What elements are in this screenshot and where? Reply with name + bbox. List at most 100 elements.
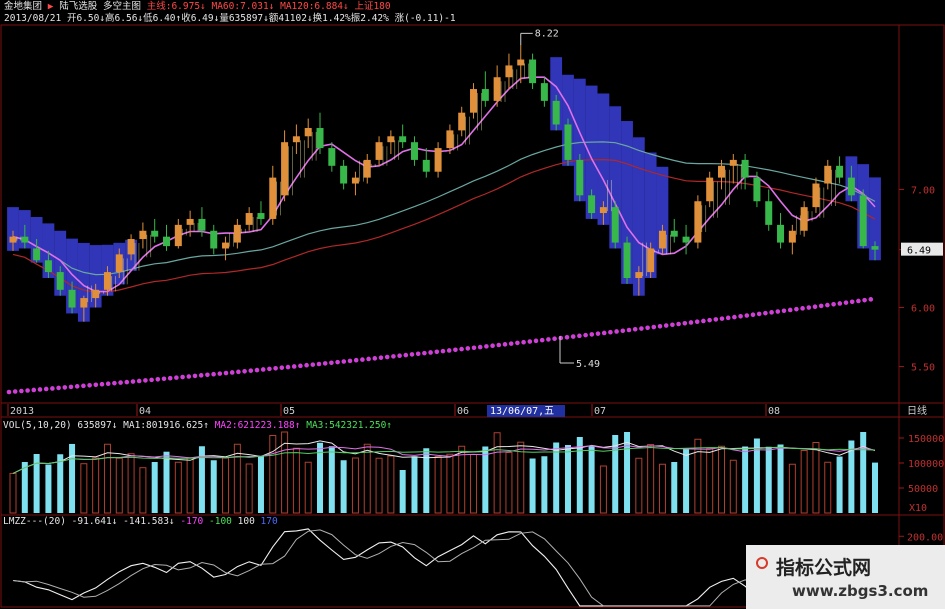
candle-body	[824, 165, 832, 184]
long-ma-dot	[198, 373, 204, 378]
candle-body	[304, 128, 312, 137]
long-ma-dot	[186, 374, 192, 379]
long-ma-dot	[756, 311, 762, 317]
volume-bar-up	[233, 443, 241, 514]
time-label: 2013	[10, 406, 34, 417]
volume-bar-down	[257, 456, 264, 513]
volume-bar-down	[340, 460, 347, 513]
long-ma-dot	[583, 332, 588, 338]
long-ma-dot	[831, 301, 836, 307]
long-ma-dot	[564, 334, 570, 340]
volume-bar-up	[304, 461, 312, 514]
long-ma-dot	[87, 382, 92, 388]
long-ma-dot	[205, 372, 210, 378]
candle-body	[871, 246, 879, 250]
long-ma-dot	[112, 380, 117, 386]
vol-ma2: MA2:621223.188↑	[214, 420, 301, 431]
volume-bar-up	[80, 463, 88, 514]
volume-bar-up	[9, 472, 17, 514]
long-ma-dot	[372, 356, 378, 361]
volume-bar-down	[151, 462, 158, 513]
long-ma-dot	[384, 354, 390, 360]
long-ma-dot	[25, 388, 30, 393]
volume-bar-down	[541, 456, 548, 513]
long-ma-dot	[211, 371, 216, 377]
volume-bar-up	[186, 457, 194, 514]
low-label: 5.49	[576, 359, 600, 370]
long-ma-dot	[577, 333, 582, 339]
candle-body	[682, 236, 690, 243]
candle-body	[316, 128, 324, 149]
long-ma-dot	[682, 320, 688, 326]
candle-body	[576, 159, 584, 196]
long-ma-dot	[862, 297, 867, 303]
long-ma-dot	[440, 348, 446, 354]
long-ma-dot	[322, 361, 328, 366]
long-ma-dot	[236, 369, 241, 375]
volume-bar-down	[777, 444, 784, 513]
candle-body	[694, 201, 702, 243]
vol-ma3: MA3:542321.250↑	[306, 420, 393, 431]
mode-name[interactable]: 多空主图	[103, 1, 141, 12]
candle-body	[127, 239, 135, 255]
long-ma-dot	[713, 317, 719, 322]
long-ma-dot	[781, 308, 787, 314]
vol-title: VOL(5,10,20)	[3, 420, 72, 431]
long-ma-dot	[242, 368, 247, 374]
volume-bar-up	[729, 459, 737, 514]
long-ma-dot	[812, 304, 818, 310]
long-ma-dot	[701, 318, 706, 324]
lmzz-v4: -100	[209, 516, 232, 527]
long-ma-dot	[273, 365, 278, 371]
candle-body	[328, 148, 336, 166]
long-ma-dot	[775, 309, 781, 314]
long-ma-dot	[298, 363, 303, 369]
long-ma-dot	[304, 362, 309, 368]
long-ma-dot	[732, 314, 737, 320]
long-ma-dot	[459, 346, 464, 352]
long-ma-dot	[626, 327, 632, 333]
long-ma-dot	[155, 377, 161, 382]
volume-bar-down	[671, 462, 678, 513]
long-ma-dot	[93, 382, 99, 388]
volume-bar-up	[800, 450, 808, 514]
candle-body	[529, 59, 537, 84]
candle-body	[44, 260, 52, 273]
candle-body	[611, 207, 619, 243]
long-ma-dot	[825, 302, 830, 308]
long-ma-dot	[676, 321, 681, 327]
time-label: 05	[283, 406, 295, 417]
long-ma-dot	[806, 305, 812, 310]
price-tick-label: 7.00	[911, 185, 935, 196]
long-ma-dot	[477, 344, 483, 350]
long-ma-dot	[849, 299, 855, 305]
lmzz-tick-label: 200.00	[907, 532, 943, 543]
high-label: 8.22	[535, 28, 559, 39]
candle-body	[233, 224, 241, 243]
long-ma-dot	[465, 346, 471, 351]
long-ma-dot	[521, 339, 526, 345]
long-ma-dot	[43, 386, 49, 392]
volume-bar-down	[328, 446, 335, 513]
candle-body	[186, 218, 194, 225]
long-ma-dot	[471, 345, 477, 351]
volume-bar-up	[505, 452, 513, 514]
candle-body	[741, 159, 749, 178]
long-ma-dot	[291, 364, 297, 369]
long-ma-dot	[552, 336, 557, 342]
candle-body	[292, 136, 300, 143]
long-ma-dot	[285, 364, 291, 370]
long-ma-dot	[31, 387, 37, 393]
long-ma-dot	[608, 329, 613, 335]
stock-name[interactable]: 金地集团	[4, 1, 42, 12]
quote-date: 2013/08/21	[4, 13, 62, 24]
volume-bar-down	[612, 435, 619, 513]
candle-body	[717, 165, 725, 178]
long-ma-dot	[484, 344, 489, 349]
candle-body	[800, 207, 808, 231]
candle-body	[588, 195, 596, 214]
long-ma-dot	[316, 361, 322, 367]
formula-name[interactable]: 陆飞选股	[59, 1, 97, 12]
price-tick-label: 6.00	[911, 304, 935, 315]
volume-bar-down	[742, 446, 749, 513]
